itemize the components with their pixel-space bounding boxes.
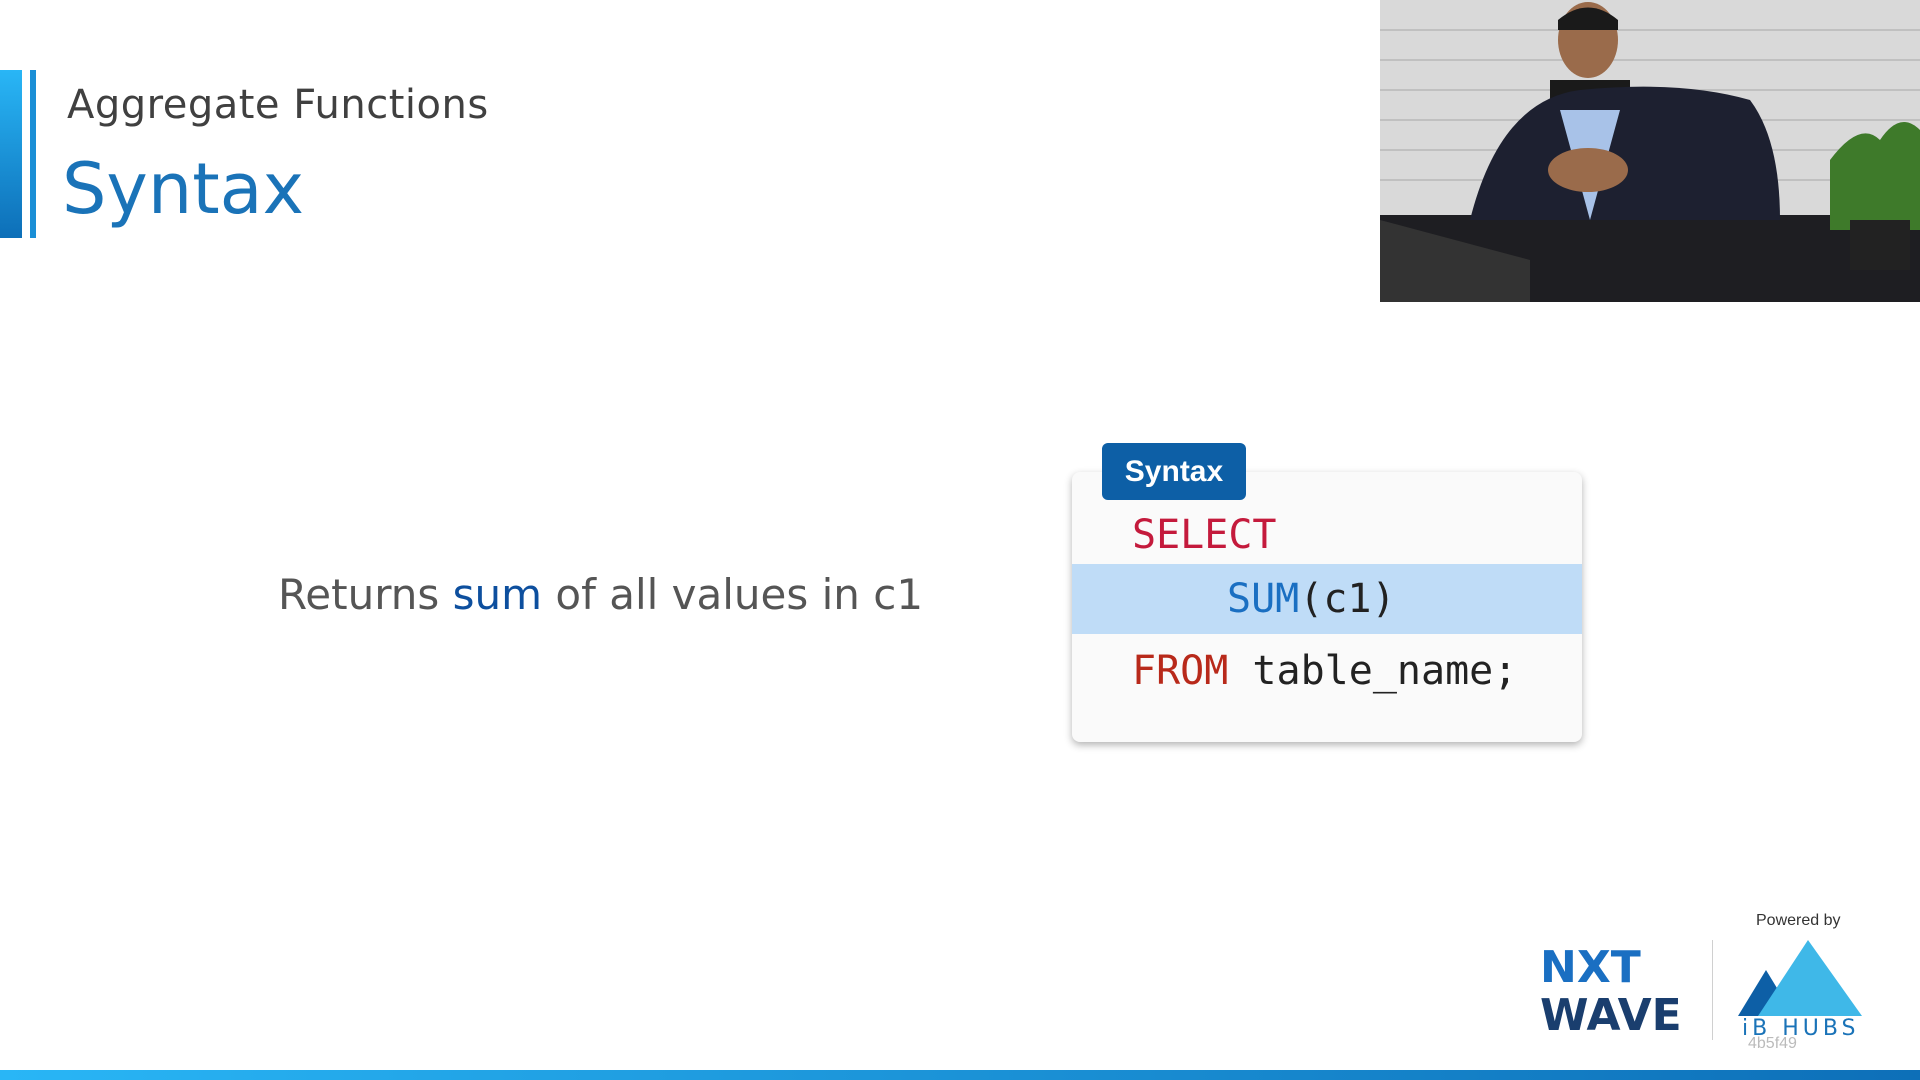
syntax-tab: Syntax	[1102, 443, 1246, 500]
footer-bar	[0, 1070, 1920, 1080]
powered-by-label: Powered by	[1756, 912, 1841, 929]
code-table-name: table_name;	[1228, 648, 1518, 694]
nxtwave-logo-top: NXT	[1540, 942, 1641, 993]
code-select-keyword: SELECT	[1132, 512, 1277, 558]
description-suffix: of all values in c1	[542, 570, 924, 619]
code-sum-function: SUM	[1227, 576, 1300, 622]
ib-hubs-mountain-icon	[1738, 940, 1862, 1016]
description-prefix: Returns	[278, 570, 453, 619]
code-line-3: FROM table_name;	[1072, 636, 1582, 706]
code-from-keyword: FROM	[1132, 648, 1229, 694]
accent-line	[30, 70, 36, 238]
code-sum-args: (c1)	[1299, 576, 1396, 622]
description-highlight: sum	[452, 570, 543, 619]
nxtwave-logo-bottom: WAVE	[1540, 990, 1682, 1041]
code-line-2: SUM (c1)	[1072, 564, 1582, 634]
code-line-1: SELECT	[1072, 500, 1582, 570]
logo-divider	[1712, 940, 1713, 1040]
presenter-video-image	[1380, 0, 1920, 302]
presenter-video	[1380, 0, 1920, 302]
accent-bar	[0, 70, 22, 238]
page-title: Syntax	[62, 148, 304, 230]
description-text: Returns sum of all values in c1	[278, 570, 923, 619]
nxtwave-logo: NXT WAVE	[1540, 944, 1682, 1040]
watermark-code: 4b5f49	[1748, 1035, 1797, 1052]
section-subtitle: Aggregate Functions	[67, 82, 489, 128]
